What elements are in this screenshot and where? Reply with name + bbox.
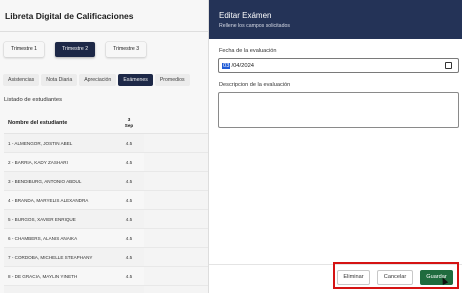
description-field-label: Descripcion de la evaluación [219, 82, 291, 88]
panel-title: Editar Exámen [219, 11, 272, 20]
delete-button[interactable]: Eliminar [337, 270, 370, 285]
evaluation-date-input[interactable]: 03 /04/2024 [218, 58, 459, 73]
modal-backdrop[interactable] [0, 0, 208, 293]
date-rest-segment[interactable]: /04/2024 [231, 63, 254, 69]
description-textarea[interactable] [218, 92, 459, 128]
panel-header: Editar Exámen Rellene los campos solicit… [209, 0, 462, 39]
edit-exam-panel: Editar Exámen Rellene los campos solicit… [208, 0, 462, 293]
panel-subtitle: Rellene los campos solicitados [219, 23, 290, 29]
cancel-button[interactable]: Cancelar [377, 270, 413, 285]
date-day-segment[interactable]: 03 [222, 62, 231, 69]
save-button[interactable]: Guardar [420, 270, 453, 285]
calendar-icon[interactable] [445, 62, 452, 69]
date-field-label: Fecha de la evaluación [219, 48, 277, 54]
